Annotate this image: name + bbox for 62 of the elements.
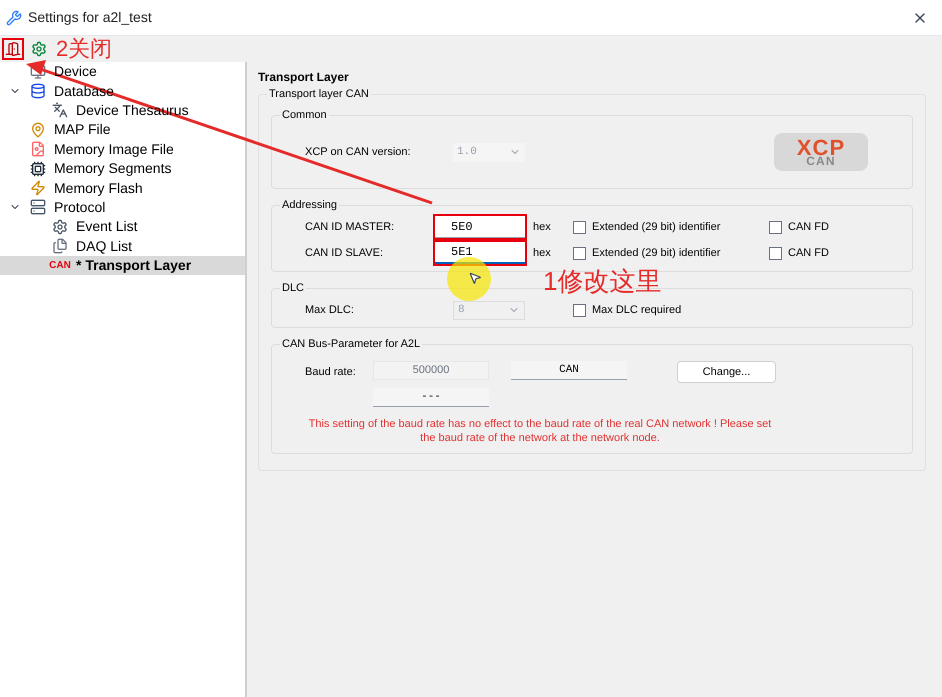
checkbox[interactable] (769, 246, 782, 260)
change-button[interactable]: Change... (677, 361, 776, 383)
tree-label: Memory Flash (54, 178, 143, 198)
tree-label: Memory Segments (54, 159, 172, 178)
tree-item[interactable]: Protocol (0, 198, 245, 218)
can-id-field[interactable]: 5E0 (435, 216, 525, 238)
wrench-icon (6, 10, 22, 26)
can-button[interactable]: CAN (511, 361, 627, 380)
window-title: Settings for a2l_test (28, 8, 152, 27)
tree-label: * Transport Layer (76, 256, 192, 276)
database-icon (30, 83, 46, 100)
checkbox-label: CAN FD (788, 246, 829, 261)
checkbox[interactable] (769, 220, 782, 234)
field-label: Baud rate: (305, 365, 357, 380)
tree-label: MAP File (54, 120, 111, 140)
pin-icon (30, 122, 46, 138)
tree-item[interactable]: Device (0, 62, 245, 82)
tree-item[interactable]: Event List (0, 217, 245, 237)
tree-label: Protocol (54, 198, 106, 217)
tree-label: Device (54, 62, 97, 82)
tree-item[interactable]: Memory Image File (0, 140, 245, 159)
tree-item[interactable]: DAQ List (0, 236, 245, 256)
checkbox[interactable] (573, 220, 586, 234)
translate-icon (52, 102, 68, 118)
lightning-icon (30, 180, 46, 196)
annotation-text: 1修改这里 (543, 268, 662, 294)
group-title: Transport layer CAN (267, 86, 371, 102)
page-title: Transport Layer (258, 69, 350, 86)
gear-icon (52, 218, 68, 235)
checkbox-label: Extended (29 bit) identifier (592, 246, 720, 261)
tree-item[interactable]: Memory Flash (0, 178, 245, 198)
can-id-field[interactable]: 5E1 (435, 242, 525, 264)
checkbox-label: CAN FD (788, 220, 829, 235)
bus-button[interactable]: --- (373, 388, 489, 407)
can-icon: CAN (49, 260, 71, 271)
checkbox-label: Extended (29 bit) identifier (592, 220, 720, 235)
chip-icon (30, 160, 46, 177)
field-label: CAN ID SLAVE: (305, 246, 384, 261)
mouse-pointer-icon (468, 270, 482, 286)
field-label: XCP on CAN version: (305, 144, 412, 160)
tree-label: Memory Image File (54, 140, 174, 159)
checkbox[interactable] (573, 246, 586, 260)
warning-text: This setting of the baud rate has no effect to the baud rate of the real CAN network ! Please set the baud rate of the network at the network node. (308, 417, 772, 445)
exit-button[interactable] (2, 38, 24, 60)
baud-rate-field: 500000 (373, 361, 489, 380)
field-label: CAN ID MASTER: (305, 220, 396, 235)
annotation-text: 2关闭 (56, 38, 112, 60)
monitor-icon (30, 64, 46, 80)
server-icon (30, 199, 46, 216)
tree-label: Event List (76, 217, 138, 236)
unit-label: hex (533, 246, 552, 261)
tree-item[interactable]: CAN * Transport Layer (0, 256, 245, 276)
unit-label: hex (533, 220, 552, 235)
group-title: Addressing (280, 197, 340, 214)
files-icon (52, 238, 68, 254)
field-label: Max DLC: (305, 302, 355, 318)
xcp-logo: XCP CAN (774, 133, 868, 171)
file-icon (30, 141, 46, 158)
tree-label: DAQ List (76, 236, 132, 256)
tree-item[interactable]: Memory Segments (0, 158, 245, 178)
checkbox-label: Max DLC required (592, 302, 682, 318)
tree-item[interactable]: MAP File (0, 120, 245, 140)
